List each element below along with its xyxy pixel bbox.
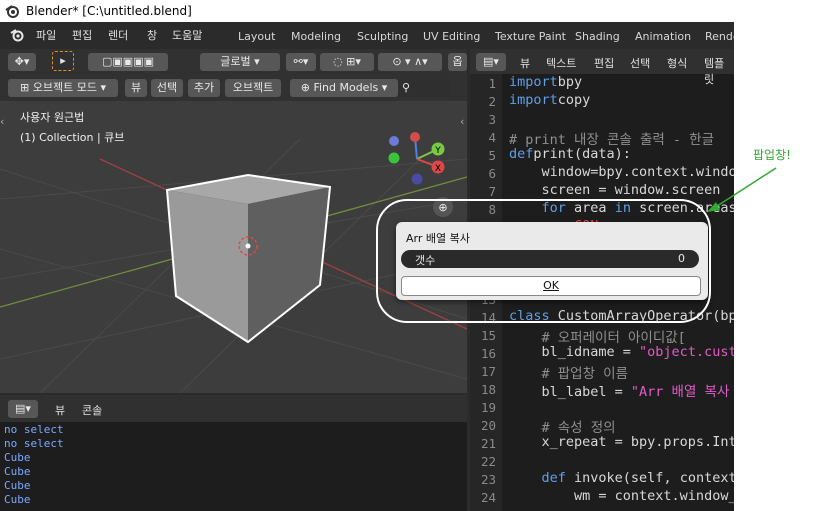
annotation-label: 팝업창!	[753, 148, 791, 162]
annotation-overlay	[376, 167, 777, 323]
